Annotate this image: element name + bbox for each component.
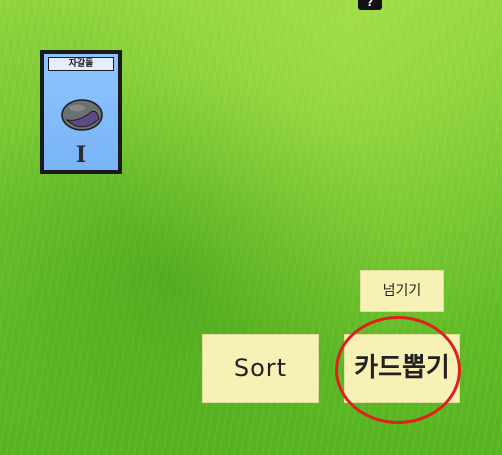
stone-card[interactable]: 자갈돌 I [40,50,122,174]
card-level: I [75,142,87,168]
draw-card-button[interactable]: 카드뽑기 [344,334,460,403]
pass-button[interactable]: 넘기기 [360,270,444,312]
stone-icon [61,99,103,131]
card-title: 자갈돌 [48,57,114,71]
game-board: ? 자갈돌 I 넘기기 Sort 카드뽑기 [0,0,502,455]
card-face: 자갈돌 I [44,54,118,170]
help-button[interactable]: ? [358,0,382,10]
sort-button[interactable]: Sort [202,334,319,403]
